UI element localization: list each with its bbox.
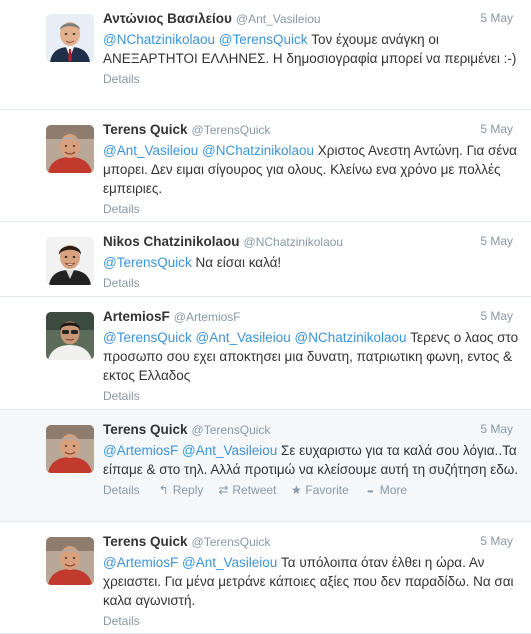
user-handle[interactable]: @ArtemiosF: [174, 310, 241, 324]
reply-label: Reply: [172, 483, 204, 497]
details-link[interactable]: Details: [103, 388, 140, 404]
reply-button[interactable]: ↰ Reply: [158, 482, 204, 498]
mention-link[interactable]: @NChatzinikolaou: [295, 330, 407, 345]
mention-link[interactable]: @ArtemiosF: [103, 443, 178, 458]
retweet-label: Retweet: [232, 483, 277, 497]
avatar[interactable]: [46, 14, 94, 62]
details-link[interactable]: Details: [103, 275, 140, 291]
tweet-timestamp[interactable]: 5 May: [480, 233, 513, 250]
user-name[interactable]: Terens Quick: [103, 122, 188, 137]
favorite-label: Favorite: [305, 483, 349, 497]
tweet-header: Nikos Chatzinikolaou @NChatzinikolaou 5 Ma…: [103, 233, 521, 250]
tweet-text: @ArtemiosF @Ant_Vasileiou Σε ευχαριστω γ…: [103, 441, 521, 479]
reply-icon: ↰: [158, 483, 169, 497]
tweet-content: Terens Quick @TerensQuick 5 May @Ant_Vasile…: [103, 121, 521, 217]
tweet-text: @TerensQuick Να είσαι καλά!: [103, 253, 521, 272]
mention-link[interactable]: @TerensQuick: [103, 255, 192, 270]
tweet-item[interactable]: Terens Quick @TerensQuick 5 May @Ant_Vasile…: [0, 111, 531, 222]
tweet-text: @NChatzinikolaou @TerensQuick Τον έχουμε…: [103, 30, 521, 68]
tweet-timestamp[interactable]: 5 May: [480, 121, 513, 138]
tweet-item[interactable]: ArtemiosF @ArtemiosF 5 May @TerensQuick @An…: [0, 298, 531, 410]
mention-link[interactable]: @TerensQuick: [219, 32, 308, 47]
tweet-actions: Details ↰ Reply ⇄ Retweet ★ Favorite ••• More: [103, 482, 521, 498]
retweet-icon: ⇄: [218, 483, 229, 497]
tweet-timestamp[interactable]: 5 May: [480, 421, 513, 438]
avatar[interactable]: [46, 125, 94, 173]
user-name[interactable]: Nikos Chatzinikolaou: [103, 234, 240, 249]
tweet-actions: Details: [103, 275, 521, 291]
tweet-text: @TerensQuick @Ant_Vasileiou @NChatziniko…: [103, 328, 521, 385]
mention-link[interactable]: @Ant_Vasileiou: [103, 143, 198, 158]
user-name[interactable]: Terens Quick: [103, 422, 188, 437]
user-handle[interactable]: @TerensQuick: [192, 123, 271, 137]
mention-link[interactable]: @NChatzinikolaou: [103, 32, 215, 47]
user-name[interactable]: Terens Quick: [103, 534, 188, 549]
tweet-item[interactable]: Terens Quick @TerensQuick 5 May @ArtemiosF …: [0, 523, 531, 634]
tweet-header: Terens Quick @TerensQuick 5 May: [103, 121, 521, 138]
tweet-content: Nikos Chatzinikolaou @NChatzinikolaou 5 Ma…: [103, 233, 521, 291]
tweet-header: ArtemiosF @ArtemiosF 5 May: [103, 308, 521, 325]
user-handle[interactable]: @TerensQuick: [192, 535, 271, 549]
details-link[interactable]: Details: [103, 482, 140, 498]
retweet-button[interactable]: ⇄ Retweet: [217, 482, 276, 498]
tweet-timestamp[interactable]: 5 May: [480, 10, 513, 27]
tweet-timestamp[interactable]: 5 May: [480, 308, 513, 325]
more-icon: •••: [367, 487, 373, 496]
avatar[interactable]: [46, 537, 94, 585]
mention-link[interactable]: @ArtemiosF: [103, 555, 178, 570]
avatar[interactable]: [46, 237, 94, 285]
tweet-content: Αντώνιος Βασιλείου @Ant_Vasileiou 5 May @NC…: [103, 10, 521, 87]
mention-link[interactable]: @TerensQuick: [103, 330, 192, 345]
favorite-button[interactable]: ★ Favorite: [290, 482, 349, 498]
tweet-text-segment: Να είσαι καλά!: [191, 255, 282, 270]
user-handle[interactable]: @NChatzinikolaou: [244, 235, 344, 249]
details-link[interactable]: Details: [103, 201, 140, 217]
tweet-actions: Details: [103, 388, 521, 404]
tweet-item[interactable]: Terens Quick @TerensQuick 5 May @ArtemiosF …: [0, 411, 531, 522]
tweet-actions: Details: [103, 201, 521, 217]
mention-link[interactable]: @Ant_Vasileiou: [182, 443, 277, 458]
tweet-content: ArtemiosF @ArtemiosF 5 May @TerensQuick @An…: [103, 308, 521, 404]
user-handle[interactable]: @TerensQuick: [192, 423, 271, 437]
details-link[interactable]: Details: [103, 613, 140, 629]
tweet-text: @Ant_Vasileiou @NChatzinikolaou Χριστος …: [103, 141, 521, 198]
mention-link[interactable]: @Ant_Vasileiou: [196, 330, 291, 345]
avatar[interactable]: [46, 312, 94, 360]
tweet-actions: Details: [103, 613, 521, 629]
tweet-content: Terens Quick @TerensQuick 5 May @ArtemiosF …: [103, 421, 521, 498]
tweet-timestamp[interactable]: 5 May: [480, 533, 513, 550]
more-button[interactable]: ••• More: [363, 482, 407, 500]
tweet-header: Terens Quick @TerensQuick 5 May: [103, 533, 521, 550]
tweet-timeline: Αντώνιος Βασιλείου @Ant_Vasileiou 5 May @NC…: [0, 0, 531, 634]
avatar[interactable]: [46, 425, 94, 473]
mention-link[interactable]: @NChatzinikolaou: [202, 143, 314, 158]
tweet-header: Αντώνιος Βασιλείου @Ant_Vasileiou 5 May: [103, 10, 521, 27]
tweet-content: Terens Quick @TerensQuick 5 May @ArtemiosF …: [103, 533, 521, 629]
tweet-item[interactable]: Αντώνιος Βασιλείου @Ant_Vasileiou 5 May @NC…: [0, 0, 531, 110]
user-handle[interactable]: @Ant_Vasileiou: [236, 12, 321, 26]
tweet-actions: Details: [103, 71, 521, 87]
star-icon: ★: [291, 483, 302, 497]
tweet-item[interactable]: Nikos Chatzinikolaou @NChatzinikolaou 5 Ma…: [0, 223, 531, 297]
user-name[interactable]: ArtemiosF: [103, 309, 170, 324]
tweet-text: @ArtemiosF @Ant_Vasileiou Τα υπόλοιπα ότ…: [103, 553, 521, 610]
more-label: More: [379, 483, 408, 497]
user-name[interactable]: Αντώνιος Βασιλείου: [103, 11, 232, 26]
tweet-header: Terens Quick @TerensQuick 5 May: [103, 421, 521, 438]
details-link[interactable]: Details: [103, 71, 140, 87]
mention-link[interactable]: @Ant_Vasileiou: [182, 555, 277, 570]
